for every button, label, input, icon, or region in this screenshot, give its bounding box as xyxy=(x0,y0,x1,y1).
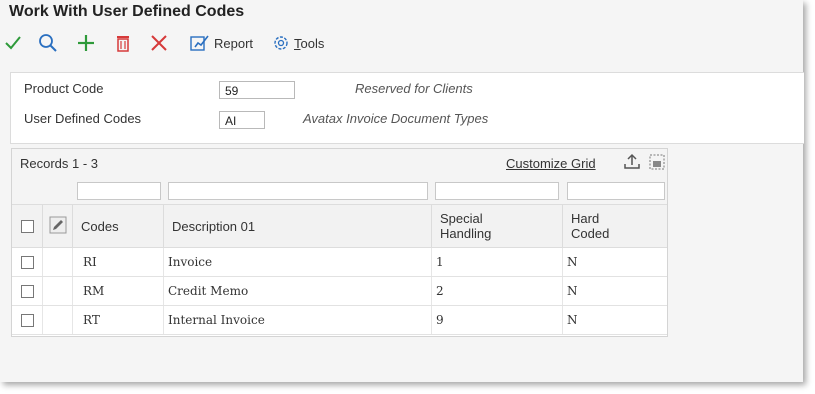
close-button[interactable] xyxy=(150,30,168,56)
column-header-row: Codes Description 01 Special Handling Ha… xyxy=(12,204,667,248)
row-checkbox[interactable] xyxy=(21,313,34,327)
select-button[interactable] xyxy=(4,30,22,56)
special-handling-line1: Special xyxy=(440,211,483,226)
report-button[interactable]: Report xyxy=(190,30,253,56)
report-label: Report xyxy=(214,35,254,51)
application-frame: Work With User Defined Codes Report Tool… xyxy=(0,0,804,382)
tools-label: Tools xyxy=(294,36,324,51)
column-header-description[interactable]: Description 01 xyxy=(164,205,432,247)
add-button[interactable] xyxy=(77,30,95,56)
special-handling-line2: Handling xyxy=(440,226,492,241)
report-icon xyxy=(190,34,210,52)
row-select-cell xyxy=(12,277,43,305)
column-header-hard-coded[interactable]: Hard Coded xyxy=(563,205,667,247)
cell-code: RT xyxy=(73,306,164,334)
data-grid: Records 1 - 3 Customize Grid Codes Descr… xyxy=(11,148,668,337)
header-panel: Product Code 59 Reserved for Clients Use… xyxy=(10,72,804,144)
search-icon xyxy=(38,33,58,53)
pencil-icon[interactable] xyxy=(49,216,67,237)
export-icon[interactable] xyxy=(623,153,641,174)
table-row[interactable]: RT Internal Invoice 9 N xyxy=(12,306,667,335)
table-row[interactable]: RI Invoice 1 N xyxy=(12,248,667,277)
select-all-cell xyxy=(12,205,43,247)
udc-description: Avatax Invoice Document Types xyxy=(303,111,489,126)
udc-label: User Defined Codes xyxy=(24,111,142,126)
close-icon xyxy=(150,34,168,52)
gear-icon xyxy=(272,34,290,52)
customize-grid-link[interactable]: Customize Grid xyxy=(506,156,596,171)
filter-description[interactable] xyxy=(168,182,428,200)
row-edit-header xyxy=(43,205,73,247)
row-edit-cell xyxy=(43,277,73,305)
tools-button[interactable]: Tools xyxy=(272,30,324,56)
row-edit-cell xyxy=(43,306,73,334)
toolbar: Report Tools xyxy=(0,30,803,56)
udc-input[interactable]: AI xyxy=(219,111,265,129)
column-header-special-handling[interactable]: Special Handling xyxy=(432,205,563,247)
filter-hard-coded[interactable] xyxy=(567,182,665,200)
row-edit-cell xyxy=(43,248,73,276)
filter-codes[interactable] xyxy=(77,182,161,200)
cell-special-handling: 1 xyxy=(432,248,563,276)
filter-special-handling[interactable] xyxy=(435,182,559,200)
row-select-cell xyxy=(12,306,43,334)
cell-hard-coded: N xyxy=(567,255,578,269)
row-checkbox[interactable] xyxy=(21,284,34,298)
plus-icon xyxy=(77,34,95,52)
filter-row xyxy=(12,178,667,204)
cell-special-handling: 9 xyxy=(432,306,563,334)
trash-icon xyxy=(115,34,131,52)
find-button[interactable] xyxy=(38,30,58,56)
cell-description: Credit Memo xyxy=(164,277,432,305)
select-all-checkbox[interactable] xyxy=(21,219,34,233)
cell-hard-coded: N xyxy=(567,313,578,327)
hard-coded-line2: Coded xyxy=(571,226,610,241)
maximize-grid-icon[interactable] xyxy=(648,153,666,174)
records-count: Records 1 - 3 xyxy=(20,156,99,171)
tools-label-rest: ools xyxy=(300,35,325,51)
cell-special-handling: 2 xyxy=(432,277,563,305)
product-code-input[interactable]: 59 xyxy=(219,81,295,99)
table-row[interactable]: RM Credit Memo 2 N xyxy=(12,277,667,306)
column-header-codes[interactable]: Codes xyxy=(73,205,164,247)
cell-description: Internal Invoice xyxy=(164,306,432,334)
row-checkbox[interactable] xyxy=(21,255,34,269)
cell-hard-coded: N xyxy=(567,284,578,298)
cell-code: RI xyxy=(73,248,164,276)
product-code-description: Reserved for Clients xyxy=(355,81,473,96)
cell-description: Invoice xyxy=(164,248,432,276)
delete-button[interactable] xyxy=(115,30,131,56)
row-select-cell xyxy=(12,248,43,276)
product-code-label: Product Code xyxy=(24,81,104,96)
grid-toolbar: Records 1 - 3 Customize Grid xyxy=(12,149,667,179)
hard-coded-line1: Hard xyxy=(571,211,600,226)
checkmark-icon xyxy=(4,34,22,52)
page-title: Work With User Defined Codes xyxy=(9,3,245,20)
cell-code: RM xyxy=(73,277,164,305)
